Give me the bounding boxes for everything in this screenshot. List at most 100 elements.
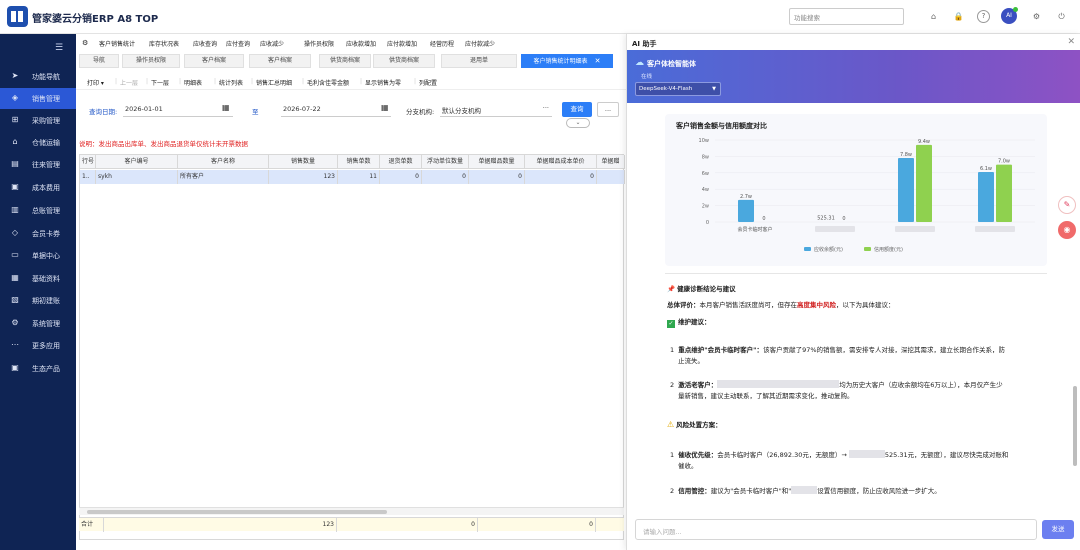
sidebar-item-label: 会员卡券 xyxy=(32,230,60,238)
column-header[interactable]: 客户名称 xyxy=(178,155,269,169)
column-header[interactable]: 单据赠 xyxy=(597,155,625,169)
column-header[interactable]: 单据赠品成本单价 xyxy=(525,155,597,169)
advice-text: 止流失。 xyxy=(678,357,704,365)
sidebar-item-1[interactable]: ➤ 功能导航 xyxy=(0,66,76,87)
question-input[interactable]: 请输入问题... xyxy=(635,519,1037,540)
quick-menu-item[interactable]: 应收查询 xyxy=(193,39,217,48)
expand-filter-icon[interactable]: ⌄ xyxy=(566,118,590,128)
sidebar-item-11[interactable]: ▧ 期初建账 xyxy=(0,290,76,311)
quick-menu-item[interactable]: 应付查询 xyxy=(226,39,250,48)
menu-settings-icon[interactable]: ⚙ xyxy=(82,39,88,47)
quick-menu-item[interactable]: 应收款增加 xyxy=(346,39,376,48)
sidebar-item-14[interactable]: ▣ 生态产品 xyxy=(0,358,76,379)
quick-menu-item[interactable]: 客户销售统计 xyxy=(99,39,135,48)
date-to-input[interactable]: 2026-07-22 xyxy=(281,102,391,117)
quick-menu-item[interactable]: 应付款增加 xyxy=(387,39,417,48)
sidebar-item-5[interactable]: ▤ 往来管理 xyxy=(0,154,76,175)
horizontal-scrollbar[interactable] xyxy=(79,507,624,515)
toolbar-button[interactable]: 统计列表 xyxy=(219,78,243,87)
quick-menu-item[interactable]: 应收减少 xyxy=(260,39,284,48)
ai-float-icon[interactable]: ◉ xyxy=(1058,221,1076,239)
toolbar-button[interactable]: 显示销售为零 xyxy=(365,78,401,87)
branch-label: 分支机构: xyxy=(406,108,435,116)
branch-select[interactable]: 默认分支机构 ··· xyxy=(440,102,552,117)
column-header[interactable]: 浮动单位数量 xyxy=(422,155,469,169)
tab-item[interactable]: 导航 xyxy=(79,54,119,68)
chart-card: 客户销售金额与信用额度对比 0 2w 4w 6w 8w 10w 2.7w 0 会员卡临时客户 52… xyxy=(665,114,1047,266)
summary-highlight: 高度集中风险 xyxy=(797,301,836,309)
total-value: 0 xyxy=(433,518,478,532)
tab-item[interactable]: 供货商档案 xyxy=(319,54,371,68)
sidebar-item-6[interactable]: ▣ 成本费用 xyxy=(0,177,76,198)
vertical-scrollbar[interactable] xyxy=(1072,106,1078,514)
column-header[interactable]: 销售数量 xyxy=(269,155,338,169)
column-header[interactable]: 单据赠品数量 xyxy=(469,155,525,169)
send-button[interactable]: 发送 xyxy=(1042,520,1074,539)
calendar-icon[interactable]: ▦ xyxy=(222,103,230,112)
tab-item[interactable]: 退用单 xyxy=(441,54,517,68)
toolbar-button[interactable]: 打印 ▾ xyxy=(87,78,104,87)
collapse-menu-icon[interactable]: ☰ xyxy=(55,43,63,53)
toolbar-button[interactable]: 销售汇总明细 xyxy=(256,78,292,87)
tab-label: 退用单 xyxy=(469,57,488,64)
sidebar-item-10[interactable]: ▦ 基础资料 xyxy=(0,268,76,289)
column-header[interactable]: 销售单数 xyxy=(338,155,380,169)
toolbar-button[interactable]: 列配置 xyxy=(419,78,437,87)
power-icon[interactable]: ⏻ xyxy=(1055,10,1068,23)
tab-item[interactable]: 客户档案 xyxy=(249,54,311,68)
toolbar-button[interactable]: 下一层 xyxy=(151,78,169,87)
sidebar-item-13[interactable]: ⋯ 更多应用 xyxy=(0,335,76,356)
tab-item[interactable]: 客户档案 xyxy=(184,54,244,68)
sidebar-item-7[interactable]: ▥ 总账管理 xyxy=(0,200,76,221)
data-label: 9.4w xyxy=(918,139,930,145)
toolbar-button[interactable]: 明细表 xyxy=(184,78,202,87)
sidebar-item-2[interactable]: ◈ 销售管理 xyxy=(0,88,76,109)
lock-icon[interactable]: 🔒 xyxy=(952,10,965,23)
query-button[interactable]: 查询 xyxy=(562,102,592,117)
help-icon[interactable]: ? xyxy=(977,10,990,23)
toolbar-separator: | xyxy=(115,78,118,85)
report-toolbar: 打印 ▾ | 上一层 | 下一层 | 明细表 | 统计列表 | 销售汇总明细 | 毛利含佳零金额 | 显示销… xyxy=(76,74,626,90)
table-row[interactable]: 1.. sykh 所有客户 123 11 0 0 0 0 xyxy=(80,170,625,184)
eco-icon: ▣ xyxy=(11,363,19,372)
close-icon[interactable]: ✕ xyxy=(595,57,601,65)
column-header[interactable]: 退货单数 xyxy=(380,155,422,169)
assistant-float-icon[interactable]: ✎ xyxy=(1058,196,1076,214)
function-search-input[interactable]: 功能搜索 xyxy=(789,8,904,25)
close-icon[interactable]: ✕ xyxy=(1067,37,1075,47)
calendar-icon[interactable]: ▦ xyxy=(381,103,389,112)
quick-menu-item[interactable]: 经营历程 xyxy=(430,39,454,48)
advice-text: 均为历史大客户（应收余额均在6万以上），本月仅产生少 xyxy=(839,381,1003,389)
quick-menu-item[interactable]: 应付款减少 xyxy=(465,39,495,48)
column-header[interactable]: 客户编号 xyxy=(96,155,178,169)
tab-item[interactable]: 操作员权限 xyxy=(122,54,180,68)
sidebar-item-12[interactable]: ⚙ 系统管理 xyxy=(0,313,76,334)
sidebar-item-9[interactable]: ▭ 单据中心 xyxy=(0,245,76,266)
date-from-input[interactable]: 2026-01-01 xyxy=(123,102,233,117)
quick-menubar: ⚙ 客户销售统计 库存状况表 应收查询 应付查询 应收减少 操作员权限 应收款增加 应付款增加… xyxy=(76,34,626,50)
table-cell: 0 xyxy=(469,170,525,184)
model-select[interactable]: DeepSeek-V4-Flash ▼ xyxy=(635,82,721,96)
to-label: 至 xyxy=(252,108,259,116)
sidebar-item-3[interactable]: ⊞ 采购管理 xyxy=(0,110,76,131)
more-button[interactable]: ... xyxy=(597,102,619,117)
settings-icon[interactable]: ⚙ xyxy=(1030,10,1043,23)
doc-icon: ▭ xyxy=(11,250,19,259)
avatar-text: AI xyxy=(1006,12,1012,19)
toolbar-button[interactable]: 毛利含佳零金额 xyxy=(307,78,349,87)
tab-item[interactable]: 客户销售统计明细表 ✕ xyxy=(521,54,613,68)
column-header[interactable]: 行号 xyxy=(80,155,96,169)
data-label: 525.31 xyxy=(817,216,835,222)
sidebar-item-8[interactable]: ◇ 会员卡券 xyxy=(0,223,76,244)
sidebar-item-4[interactable]: ⌂ 仓储运输 xyxy=(0,132,76,153)
tab-item[interactable]: 供货商档案 xyxy=(373,54,435,68)
data-label: 0 xyxy=(842,216,845,222)
quick-menu-item[interactable]: 库存状况表 xyxy=(149,39,179,48)
toolbar-button[interactable]: 上一层 xyxy=(120,78,138,87)
warehouse-icon: ⌂ xyxy=(12,137,18,146)
avatar[interactable]: AI xyxy=(1001,7,1018,24)
quick-menu-item[interactable]: 操作员权限 xyxy=(304,39,334,48)
section-title: 📌 健康诊断结论与建议 xyxy=(667,284,736,294)
branch-value: 默认分支机构 xyxy=(442,107,481,115)
home-icon[interactable]: ⌂ xyxy=(927,10,940,23)
